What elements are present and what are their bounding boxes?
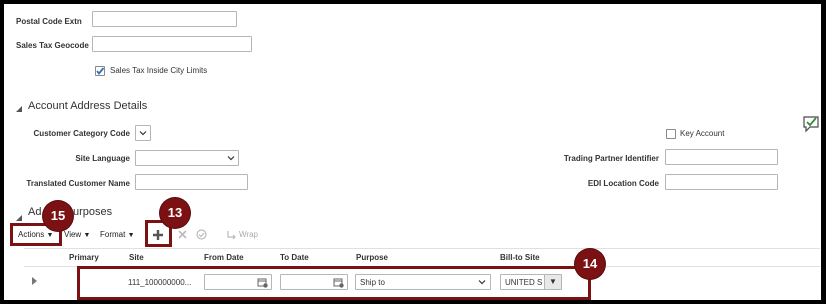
view-label: View <box>64 230 82 239</box>
checkmark-icon <box>96 67 105 75</box>
view-menu[interactable]: View ▼ <box>64 230 90 239</box>
column-header-bill-to-site: Bill-to Site <box>500 253 540 262</box>
section-title-account-address: Account Address Details <box>28 100 148 112</box>
sales-tax-inside-city-label: Sales Tax Inside City Limits <box>110 66 208 75</box>
page-frame: Postal Code Extn Sales Tax Geocode Sales… <box>4 4 821 300</box>
trading-partner-identifier-label: Trading Partner Identifier <box>563 154 659 163</box>
trading-partner-identifier-input[interactable] <box>665 149 778 165</box>
sales-tax-geocode-label: Sales Tax Geocode <box>16 41 89 50</box>
column-header-to-date: To Date <box>280 253 309 262</box>
sales-tax-geocode-input[interactable] <box>92 36 252 52</box>
key-account-label: Key Account <box>680 129 725 138</box>
row-expand-icon[interactable] <box>32 277 37 285</box>
section-title-purposes-right: urposes <box>73 206 113 218</box>
wrap-label[interactable]: Wrap <box>239 230 258 239</box>
column-header-site: Site <box>129 253 144 262</box>
callout-15: 15 <box>43 201 73 231</box>
format-label: Format <box>100 230 126 239</box>
format-menu[interactable]: Format ▼ <box>100 230 135 239</box>
customer-category-code-label: Customer Category Code <box>33 129 130 138</box>
collapse-triangle-icon[interactable] <box>16 215 22 221</box>
wrap-icon[interactable] <box>226 229 237 240</box>
customer-category-code-select[interactable] <box>135 125 151 141</box>
table-divider-top <box>24 248 820 249</box>
column-header-from-date: From Date <box>204 253 244 262</box>
section-title-purposes-left: Ad <box>28 206 42 218</box>
delete-icon[interactable] <box>178 230 187 239</box>
postal-code-extn-label: Postal Code Extn <box>16 17 82 26</box>
chevron-down-icon <box>139 131 147 136</box>
translated-customer-name-label: Translated Customer Name <box>26 179 130 188</box>
edi-location-code-input[interactable] <box>665 174 778 190</box>
column-header-primary: Primary <box>69 253 99 262</box>
callout-13: 13 <box>160 198 190 228</box>
translated-customer-name-input[interactable] <box>135 174 248 190</box>
chevron-down-icon <box>227 156 235 161</box>
site-language-label: Site Language <box>75 154 130 163</box>
site-language-select[interactable] <box>135 150 239 166</box>
callout-14: 14 <box>575 249 605 279</box>
key-account-checkbox[interactable] <box>666 129 676 139</box>
highlight-row <box>77 266 591 300</box>
comment-check-icon[interactable] <box>802 114 820 134</box>
collapse-triangle-icon[interactable] <box>16 106 22 112</box>
postal-code-extn-input[interactable] <box>92 11 237 27</box>
sales-tax-inside-city-checkbox[interactable] <box>95 66 105 76</box>
caret-down-icon: ▼ <box>83 232 91 239</box>
caret-down-icon: ▼ <box>127 232 135 239</box>
edi-location-code-label: EDI Location Code <box>587 179 659 188</box>
check-circle-icon[interactable] <box>196 229 207 240</box>
column-header-purpose: Purpose <box>356 253 389 262</box>
